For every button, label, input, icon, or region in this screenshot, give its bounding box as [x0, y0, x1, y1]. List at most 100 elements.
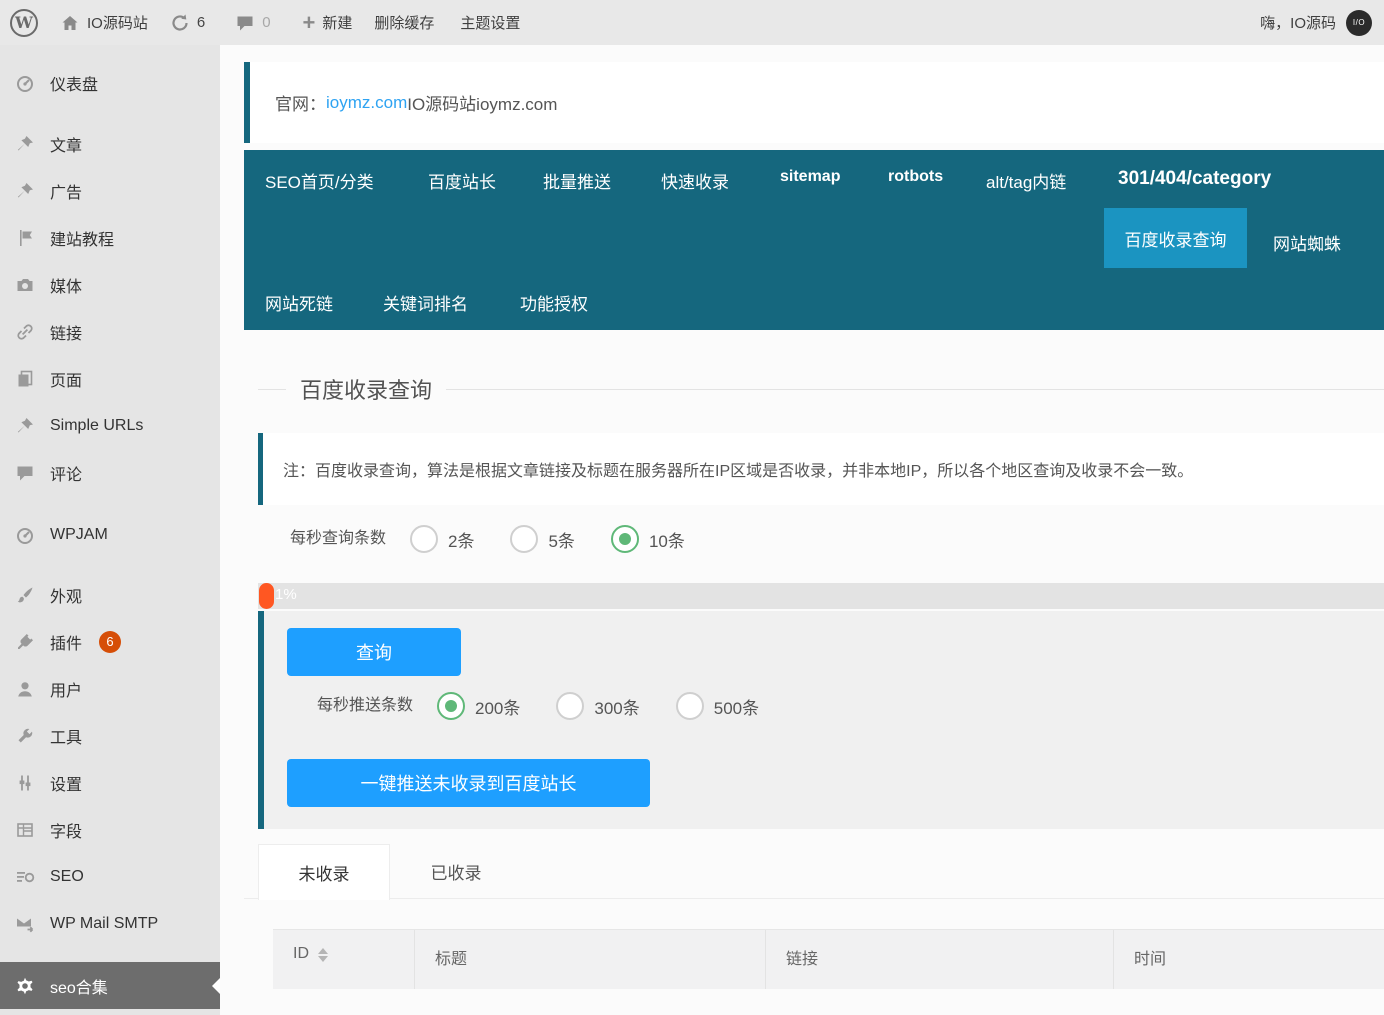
- progress-percent: 1%: [275, 586, 297, 603]
- user-icon: [15, 679, 35, 699]
- nav-item-site-spider[interactable]: 网站蜘蛛: [1273, 230, 1341, 255]
- query-rate-label: 每秒查询条数: [290, 526, 386, 552]
- official-site-link[interactable]: ioymz.com: [326, 93, 407, 113]
- comments-link[interactable]: 0: [235, 13, 270, 33]
- nav-item[interactable]: 关键词排名: [383, 290, 468, 315]
- radio-option-500条[interactable]: 500条: [676, 692, 759, 720]
- theme-settings-button[interactable]: 主题设置: [460, 12, 520, 33]
- column-header-label: 链接: [786, 945, 818, 969]
- wordpress-logo-icon[interactable]: W: [10, 9, 38, 37]
- column-header-label: 标题: [435, 945, 467, 969]
- dashboard-icon: [15, 525, 35, 545]
- sliders-icon: [15, 773, 35, 793]
- sidebar-item-partial[interactable]: [0, 1009, 220, 1015]
- sidebar-item-label: 广告: [50, 179, 82, 203]
- nav-item[interactable]: 功能授权: [520, 290, 588, 315]
- radio-label: 5条: [548, 527, 574, 552]
- sidebar-item-label: Simple URLs: [50, 417, 143, 435]
- admin-bar-account[interactable]: 嗨，IO源码 I/O: [1260, 10, 1384, 36]
- seo-plugin-nav: SEO首页/分类 百度站长 批量推送 快速收录 sitemap rotbots alt/ta…: [244, 150, 1384, 330]
- radio-option-5条[interactable]: 5条: [510, 525, 574, 553]
- sidebar-item-外观[interactable]: 外观: [0, 571, 220, 618]
- nav-item[interactable]: alt/tag内链: [986, 168, 1066, 193]
- notice-suffix: IO源码站ioymz.com: [407, 90, 557, 115]
- sidebar-item-页面[interactable]: 页面: [0, 355, 220, 402]
- sidebar-item-仪表盘[interactable]: 仪表盘: [0, 59, 220, 106]
- sidebar-item-插件[interactable]: 插件6: [0, 618, 220, 665]
- new-content-button[interactable]: + 新建: [303, 12, 353, 33]
- clear-cache-label: 删除缓存: [374, 12, 434, 33]
- radio-circle-icon: [437, 692, 465, 720]
- sidebar-item-字段[interactable]: 字段: [0, 806, 220, 853]
- nav-item[interactable]: 批量推送: [543, 168, 611, 193]
- sidebar-item-wpjam[interactable]: WPJAM: [0, 511, 220, 558]
- column-header-链接: 链接: [766, 930, 1114, 989]
- pushpin-icon: [15, 181, 35, 201]
- page-title: 百度收录查询: [286, 373, 446, 405]
- sidebar-item-建站教程[interactable]: 建站教程: [0, 214, 220, 261]
- radio-option-300条[interactable]: 300条: [556, 692, 639, 720]
- push-rate-options: 200条 300条 500条: [437, 692, 795, 720]
- algorithm-note: 注：百度收录查询，算法是根据文章链接及标题在服务器所在IP区域是否收录，并非本地…: [258, 433, 1384, 505]
- sidebar-item-seo[interactable]: SEO: [0, 853, 220, 900]
- push-all-button[interactable]: 一键推送未收录到百度站长: [287, 759, 650, 807]
- sidebar-item-label: seo合集: [50, 974, 108, 998]
- menu-gap: [0, 947, 220, 962]
- dashboard-icon: [15, 73, 35, 93]
- sidebar-item-label: 建站教程: [50, 226, 114, 250]
- sidebar-item-label: 页面: [50, 367, 82, 391]
- nav-item[interactable]: 百度站长: [428, 168, 496, 193]
- radio-label: 300条: [594, 694, 639, 719]
- radio-dot-icon: [619, 533, 631, 545]
- index-status-tabs: 未收录已收录: [244, 844, 1384, 899]
- query-button[interactable]: 查询: [287, 628, 461, 676]
- sidebar-item-设置[interactable]: 设置: [0, 759, 220, 806]
- update-icon: [170, 13, 190, 33]
- sidebar-item-label: WP Mail SMTP: [50, 915, 158, 933]
- seo-nav-row3: 网站死链 关键词排名 功能授权: [244, 290, 1384, 314]
- nav-item[interactable]: SEO首页/分类: [265, 168, 374, 193]
- push-rate-label: 每秒推送条数: [317, 693, 413, 719]
- sidebar-item-用户[interactable]: 用户: [0, 665, 220, 712]
- plus-icon: +: [303, 13, 316, 33]
- sidebar-item-媒体[interactable]: 媒体: [0, 261, 220, 308]
- flag-icon: [15, 228, 35, 248]
- site-name: IO源码站: [87, 12, 148, 33]
- nav-item[interactable]: 网站死链: [265, 290, 333, 315]
- sort-caret-icon[interactable]: [318, 948, 328, 962]
- sidebar-item-评论[interactable]: 评论: [0, 449, 220, 496]
- radio-option-2条[interactable]: 2条: [410, 525, 474, 553]
- title-divider-right: [446, 389, 1384, 390]
- tab-未收录[interactable]: 未收录: [258, 844, 390, 900]
- sidebar-item-wp-mail-smtp[interactable]: WP Mail SMTP: [0, 900, 220, 947]
- sidebar-item-seo合集[interactable]: seo合集: [0, 962, 220, 1009]
- tab-已收录[interactable]: 已收录: [390, 844, 522, 899]
- sidebar-item-simple-urls[interactable]: Simple URLs: [0, 402, 220, 449]
- seo-nav-row1: SEO首页/分类 百度站长 批量推送 快速收录 sitemap rotbots alt/ta…: [244, 168, 1384, 192]
- nav-item[interactable]: 301/404/category: [1118, 168, 1271, 190]
- clear-cache-button[interactable]: 删除缓存: [374, 12, 434, 33]
- nav-item[interactable]: 快速收录: [661, 168, 729, 193]
- media-icon: [15, 275, 35, 295]
- site-link[interactable]: IO源码站: [60, 12, 148, 33]
- radio-option-10条[interactable]: 10条: [611, 525, 685, 553]
- nav-item-baidu-index-query-active[interactable]: 百度收录查询: [1104, 208, 1247, 268]
- nav-item[interactable]: rotbots: [888, 168, 943, 186]
- radio-circle-icon: [611, 525, 639, 553]
- radio-circle-icon: [556, 692, 584, 720]
- radio-option-200条[interactable]: 200条: [437, 692, 520, 720]
- sidebar-item-label: 外观: [50, 583, 82, 607]
- results-table-header: ID标题链接时间: [273, 929, 1384, 989]
- sidebar-item-广告[interactable]: 广告: [0, 167, 220, 214]
- theme-settings-label: 主题设置: [460, 12, 520, 33]
- sidebar-item-工具[interactable]: 工具: [0, 712, 220, 759]
- radio-label: 500条: [714, 694, 759, 719]
- query-rate-options: 2条 5条 10条: [410, 525, 721, 553]
- nav-item[interactable]: sitemap: [780, 168, 840, 186]
- sidebar-item-文章[interactable]: 文章: [0, 120, 220, 167]
- sidebar-item-label: 用户: [50, 677, 82, 701]
- radio-circle-icon: [410, 525, 438, 553]
- updates-link[interactable]: 6: [170, 13, 205, 33]
- column-header-ID[interactable]: ID: [273, 930, 415, 989]
- sidebar-item-链接[interactable]: 链接: [0, 308, 220, 355]
